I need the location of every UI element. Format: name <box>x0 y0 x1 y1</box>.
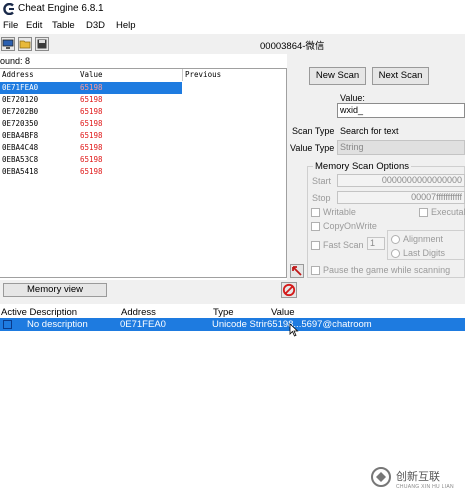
fast-scan-input[interactable]: 1 <box>367 237 385 250</box>
save-button[interactable] <box>35 37 49 51</box>
menu-file[interactable]: File <box>3 20 18 31</box>
menu-help[interactable]: Help <box>116 20 136 31</box>
copyonwrite-checkbox[interactable] <box>311 222 320 231</box>
stop-label: Stop <box>312 193 331 203</box>
menu-edit[interactable]: Edit <box>26 20 42 31</box>
scan-type-select[interactable]: Search for text <box>337 124 465 138</box>
memory-view-button[interactable]: Memory view <box>3 283 107 297</box>
open-file-button[interactable] <box>18 37 32 51</box>
scan-type-label: Scan Type <box>292 126 335 136</box>
start-label: Start <box>312 176 332 186</box>
open-process-button[interactable] <box>1 37 15 51</box>
menu-table[interactable]: Table <box>52 20 75 31</box>
arrow-pointer-icon <box>292 266 302 276</box>
result-row[interactable]: 0E720350 65198 <box>0 118 182 130</box>
alignment-radio[interactable] <box>391 235 400 244</box>
col-address[interactable]: Address <box>121 307 156 318</box>
col-type[interactable]: Type <box>213 307 234 318</box>
process-name: 00003864-微信 <box>260 41 325 52</box>
copyonwrite-label: CopyOnWrite <box>323 221 377 231</box>
watermark-logo <box>371 467 391 487</box>
active-checkbox[interactable] <box>3 320 12 329</box>
executable-label: Executal <box>431 207 465 217</box>
col-value[interactable]: Value <box>80 70 103 79</box>
clear-list-button[interactable] <box>281 282 297 298</box>
alignment-label: Alignment <box>403 234 444 244</box>
address-list-toolbar: Memory view <box>0 280 465 304</box>
memory-scan-options-title: Memory Scan Options <box>313 161 411 172</box>
start-address-input[interactable]: 0000000000000000 <box>337 174 465 187</box>
cheat-engine-logo-icon <box>3 2 15 16</box>
writable-label: Writable <box>323 207 356 217</box>
last-digits-radio[interactable] <box>391 249 400 258</box>
executable-checkbox[interactable] <box>419 208 428 217</box>
computer-icon <box>2 39 14 49</box>
result-row[interactable]: 0E720120 65198 <box>0 94 182 106</box>
toolbar <box>0 34 465 54</box>
pause-game-checkbox[interactable] <box>311 266 320 275</box>
folder-icon <box>19 40 31 49</box>
col-previous[interactable]: Previous <box>185 70 221 79</box>
fast-scan-checkbox[interactable] <box>311 241 320 250</box>
result-row[interactable]: 0E71FEA0 65198 <box>0 82 182 94</box>
row-value: 65198...5697@chatroom <box>267 319 372 330</box>
value-input[interactable]: wxid_ <box>337 103 465 118</box>
results-list[interactable]: Address Value Previous 0E71FEA0 65198 0E… <box>0 68 287 278</box>
result-row[interactable]: 0EBA4C48 65198 <box>0 142 182 154</box>
value-label: Value: <box>340 93 365 103</box>
mouse-cursor-icon <box>289 323 299 337</box>
no-entry-icon <box>282 283 296 297</box>
fast-scan-label: Fast Scan <box>323 240 364 250</box>
watermark-subtext: CHUANG XIN HU LIAN <box>396 484 454 490</box>
last-digits-label: Last Digits <box>403 248 446 258</box>
watermark-text: 创新互联 <box>396 471 440 483</box>
next-scan-button[interactable]: Next Scan <box>372 67 429 85</box>
scan-panel: New Scan Next Scan Value: wxid_ Scan Typ… <box>287 54 465 280</box>
col-address[interactable]: Address <box>2 70 34 79</box>
result-row[interactable]: 0EBA53C8 65198 <box>0 154 182 166</box>
stop-address-input[interactable]: 00007fffffffffff <box>337 191 465 204</box>
menu-bar: File Edit Table D3D Help <box>0 18 465 34</box>
table-row[interactable]: No description 0E71FEA0 Unicode Strir 65… <box>0 318 465 331</box>
column-divider <box>182 69 183 81</box>
window-title: Cheat Engine 6.8.1 <box>18 3 104 14</box>
value-type-label: Value Type <box>290 143 335 153</box>
writable-checkbox[interactable] <box>311 208 320 217</box>
result-row[interactable]: 0EBA4BF8 65198 <box>0 130 182 142</box>
found-count: ound: 8 <box>0 56 31 66</box>
value-type-select[interactable]: String <box>337 140 465 155</box>
pause-game-label: Pause the game while scanning <box>323 265 451 275</box>
result-row[interactable]: 0EBA5418 65198 <box>0 166 182 178</box>
new-scan-button[interactable]: New Scan <box>309 67 366 85</box>
row-address: 0E71FEA0 <box>120 319 166 330</box>
pointer-scan-button[interactable] <box>290 264 304 278</box>
col-active-description[interactable]: Active Description <box>1 307 77 318</box>
row-description: No description <box>27 319 88 330</box>
save-icon <box>37 39 47 49</box>
row-type: Unicode Strir <box>212 319 267 330</box>
result-row[interactable]: 0E7202B0 65198 <box>0 106 182 118</box>
menu-d3d[interactable]: D3D <box>86 20 105 31</box>
col-value[interactable]: Value <box>271 307 295 318</box>
